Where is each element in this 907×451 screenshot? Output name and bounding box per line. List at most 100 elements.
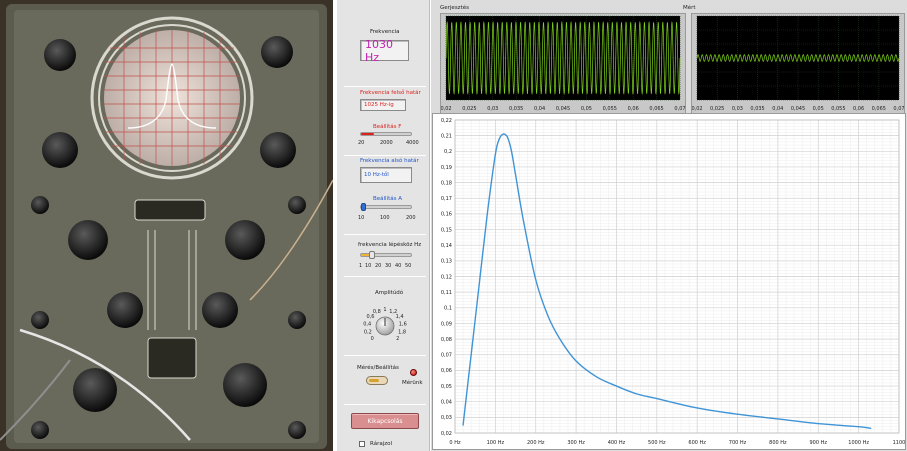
series-line-0: [462, 133, 871, 430]
frequency-display-value: 1030 Hz: [365, 37, 393, 64]
measured-x-tick: 0,065: [872, 106, 886, 112]
amplitude-tick: 1: [383, 307, 386, 313]
lower-limit-value: 10 Hz-től: [364, 172, 389, 178]
y-tick-label: 0,07: [441, 353, 452, 359]
excitation-x-tick: 0,035: [509, 106, 523, 112]
data-point: [559, 338, 561, 340]
separator: [344, 404, 426, 405]
measured-x-tick: 0,025: [710, 106, 724, 112]
lower-limit-field[interactable]: 10 Hz-től: [360, 167, 412, 183]
excitation-title: Gerjesztés: [440, 5, 469, 11]
data-point: [870, 427, 872, 429]
amplitude-knob[interactable]: 00,20,40,60,8 1 1,21,41,61,82: [350, 296, 420, 346]
y-tick-label: 0,04: [441, 400, 452, 406]
upper-limit-field[interactable]: 1025 Hz-ig: [360, 99, 406, 111]
excitation-x-tick: 0,065: [649, 106, 663, 112]
tick: 200: [406, 215, 416, 221]
measured-x-tick: 0,035: [750, 106, 764, 112]
setting-a-slider[interactable]: [360, 203, 412, 211]
measured-x-tick: 0,03: [732, 106, 743, 112]
measuring-led: [410, 369, 417, 376]
y-tick-label: 0,08: [441, 337, 452, 343]
separator: [344, 86, 426, 87]
data-point: [514, 174, 517, 176]
excitation-plot: 0,02 0,025 0,03 0,035 0,04 0,045 0,05 0,055 0,06…: [440, 13, 686, 115]
frequency-display: 1030 Hz: [360, 37, 409, 64]
upper-limit-value: 1025 Hz-ig: [364, 102, 394, 108]
excitation-x-tick: 0,045: [556, 106, 570, 112]
y-tick-label: 0,22: [441, 118, 452, 124]
step-thumb[interactable]: [369, 251, 375, 259]
data-point: [506, 136, 509, 138]
amplitude-tick: 0,6: [366, 314, 374, 320]
x-tick-label: 800 Hz: [769, 440, 787, 446]
y-tick-label: 0,1: [444, 306, 452, 312]
oscilloscope-photo: [0, 0, 333, 451]
data-point: [486, 213, 488, 215]
y-tick-label: 0,05: [441, 384, 452, 390]
setting-a-label: Beállítás A: [373, 196, 403, 202]
measured-title: Mért: [683, 5, 696, 11]
data-point: [615, 385, 618, 387]
excitation-x-tick: 0,05: [581, 106, 592, 112]
tick: 20: [358, 140, 365, 146]
measured-plot: 0,02 0,025 0,03 0,035 0,04 0,045 0,05 0,055 0,06…: [691, 13, 905, 115]
y-tick-label: 0,03: [441, 415, 452, 421]
measuring-label: Mérünk: [402, 380, 423, 386]
data-point: [858, 426, 860, 428]
x-tick-label: 600 Hz: [688, 440, 706, 446]
data-point: [636, 393, 638, 395]
x-tick-label: 1100: [893, 440, 905, 446]
excitation-x-tick: 0,04: [534, 106, 545, 112]
x-tick-label: 500 Hz: [648, 440, 666, 446]
x-tick-label: 0 Hz: [449, 440, 461, 446]
y-tick-label: 0,17: [441, 196, 452, 202]
data-point: [502, 133, 505, 135]
tick: 4000: [406, 140, 419, 146]
step-slider[interactable]: [360, 251, 412, 259]
amplitude-tick: 0: [371, 336, 374, 342]
tick: 30: [385, 263, 392, 269]
measured-plot-canvas: 0,02 0,025 0,03 0,035 0,04 0,045 0,05 0,055 0,06…: [691, 15, 905, 112]
upper-limit-label: Frekvencia felső határ: [360, 90, 421, 96]
data-point: [523, 221, 525, 223]
tick: 1: [359, 263, 363, 269]
data-point: [595, 376, 597, 378]
excitation-x-tick: 0,06: [628, 106, 639, 112]
y-tick-label: 0,12: [441, 274, 452, 280]
tick: 2000: [380, 140, 393, 146]
setting-f-fill: [361, 133, 374, 135]
data-point: [817, 423, 819, 425]
separator: [344, 355, 426, 356]
y-tick-label: 0,16: [441, 212, 452, 218]
y-tick-label: 0,18: [441, 180, 452, 186]
draw-checkbox[interactable]: [359, 441, 365, 447]
amplitude-tick: 1,4: [396, 314, 404, 320]
measured-x-tick: 0,055: [831, 106, 845, 112]
setting-a-thumb[interactable]: [360, 203, 366, 211]
x-tick-label: 1000 Hz: [848, 440, 869, 446]
data-point: [462, 424, 464, 426]
measure-label: Mérés/Beállítás: [357, 365, 399, 371]
measure-toggle-switch[interactable]: [366, 376, 388, 385]
data-point: [498, 138, 500, 140]
data-point: [547, 315, 549, 317]
amplitude-tick: 0,8: [373, 309, 381, 315]
plots-area: Gerjesztés Mért 0,02 0,025 0,03 0,035 0,04 0,…: [431, 0, 907, 451]
app-window: Frekvencia 1030 Hz Frekvencia felső hatá…: [0, 0, 907, 451]
amplitude-tick: 1,8: [398, 329, 406, 335]
draw-checkbox-label: Rárajzol: [370, 441, 393, 447]
stop-button[interactable]: Kikapcsolás: [351, 413, 419, 429]
setting-f-slider[interactable]: [360, 132, 412, 136]
tick: 100: [380, 215, 390, 221]
data-point: [696, 407, 698, 409]
data-point: [510, 150, 513, 152]
setting-f-label: Beállítás F: [373, 124, 402, 130]
frequency-response-chart: 0 Hz 100 Hz 200 Hz 300 Hz 400 Hz 500 Hz 600 Hz…: [432, 113, 906, 450]
y-tick-label: 0,14: [441, 243, 452, 249]
measured-x-tick: 0,02: [692, 106, 703, 112]
measured-x-tick: 0,06: [853, 106, 864, 112]
data-point: [777, 418, 779, 420]
x-tick-label: 400 Hz: [608, 440, 626, 446]
measured-x-tick: 0,05: [813, 106, 824, 112]
